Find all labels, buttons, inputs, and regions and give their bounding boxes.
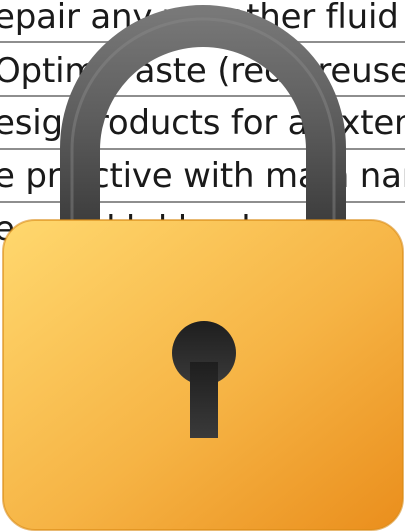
padlock-icon <box>2 5 404 531</box>
locked-document-view: epair any w r other fluid Optimis aste (… <box>0 0 405 531</box>
padlock-shackle <box>60 5 346 232</box>
